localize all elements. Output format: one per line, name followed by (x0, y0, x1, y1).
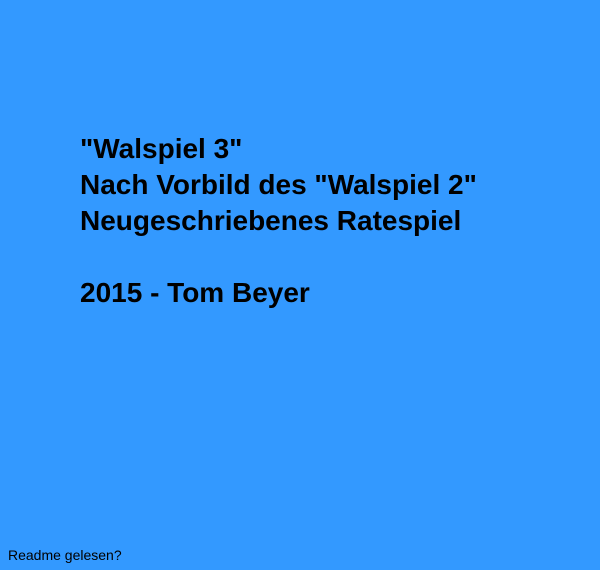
intro-text-block: "Walspiel 3" Nach Vorbild des "Walspiel … (80, 131, 580, 311)
game-title: "Walspiel 3" (80, 133, 243, 164)
game-intro-screen: "Walspiel 3" Nach Vorbild des "Walspiel … (0, 0, 600, 570)
readme-prompt[interactable]: Readme gelesen? (8, 546, 122, 564)
game-credit: 2015 - Tom Beyer (80, 277, 310, 308)
game-subtitle: Nach Vorbild des "Walspiel 2" (80, 169, 477, 200)
game-description: Neugeschriebenes Ratespiel (80, 205, 462, 236)
